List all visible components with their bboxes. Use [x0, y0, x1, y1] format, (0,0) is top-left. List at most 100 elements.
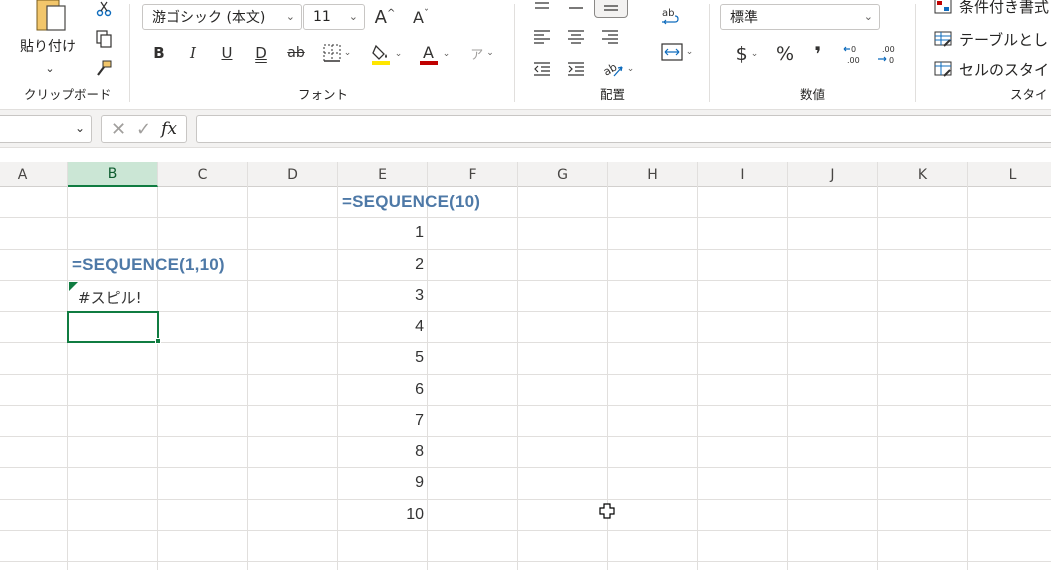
font-name-select[interactable]: 游ゴシック (本文) ⌄ [142, 4, 302, 30]
group-divider [129, 4, 130, 102]
increase-decimal-button[interactable]: 0.00 [840, 42, 866, 66]
cell-styles-icon [934, 61, 952, 77]
copy-button[interactable] [92, 28, 116, 50]
align-bottom-button[interactable] [594, 0, 628, 18]
cancel-icon[interactable]: ✕ [111, 119, 126, 140]
svg-text:.00: .00 [847, 56, 860, 65]
fill-handle[interactable] [155, 338, 161, 344]
align-right-button[interactable] [598, 26, 622, 48]
align-left-button[interactable] [530, 26, 554, 48]
column-header-e[interactable]: E [338, 162, 428, 187]
chevron-down-icon: ⌄ [343, 48, 352, 58]
chevron-down-icon: ⌄ [750, 49, 759, 59]
align-middle-icon [569, 7, 583, 9]
chevron-down-icon: ⌄ [394, 49, 403, 59]
svg-text:ab: ab [602, 60, 619, 78]
format-as-table-button[interactable]: テーブルとし [934, 28, 1048, 50]
clipboard-group-label: クリップボード [24, 87, 112, 102]
increase-font-size-button[interactable]: A^ [372, 4, 398, 30]
column-header-a[interactable]: A [0, 162, 68, 187]
phonetic-icon: ア [470, 47, 484, 63]
cell-styles-button[interactable]: セルのスタイ [934, 58, 1049, 80]
gridline-vertical [787, 187, 788, 570]
align-center-button[interactable] [564, 26, 588, 48]
fill-color-button[interactable]: ⌄ [366, 42, 406, 66]
font-size-value: 11 [313, 9, 331, 25]
chevron-down-icon: ⌄ [45, 61, 55, 75]
gridline-vertical [877, 187, 878, 570]
column-header-k[interactable]: K [878, 162, 968, 187]
column-header-g[interactable]: G [518, 162, 608, 187]
double-underline-button[interactable]: D [250, 42, 272, 64]
borders-button[interactable]: ⌄ [320, 42, 354, 64]
cell-value-e8: 7 [415, 411, 424, 429]
wrap-text-button[interactable]: ab [656, 4, 684, 30]
gridline-vertical [427, 187, 428, 570]
decrease-decimal-icon: .000 [878, 45, 895, 65]
chevron-down-icon: ⌄ [685, 47, 694, 57]
align-left-icon [534, 30, 550, 44]
cell-value-e4: 3 [415, 286, 424, 304]
percent-icon: % [775, 43, 795, 65]
column-header-h[interactable]: H [608, 162, 698, 187]
gridline-horizontal [0, 467, 1051, 468]
paste-button[interactable] [26, 0, 72, 34]
chevron-down-icon: ⌄ [626, 64, 635, 74]
align-center-icon [568, 30, 584, 44]
column-header-c[interactable]: C [158, 162, 248, 187]
formula-input[interactable] [196, 115, 1051, 143]
font-color-button[interactable]: A ⌄ [414, 42, 454, 66]
increase-indent-button[interactable] [564, 58, 588, 80]
format-painter-button[interactable] [92, 58, 116, 80]
column-header-j[interactable]: J [788, 162, 878, 187]
column-header-f[interactable]: F [428, 162, 518, 187]
paste-dropdown[interactable]: ⌄ [40, 58, 60, 78]
gridline-horizontal [0, 561, 1051, 562]
name-box[interactable]: ⌄ [0, 115, 92, 143]
chevron-down-icon: ⌄ [863, 10, 873, 23]
decrease-font-size-button[interactable]: Aˇ [408, 4, 434, 30]
align-middle-button[interactable] [564, 0, 588, 12]
error-indicator-icon[interactable] [69, 281, 78, 291]
insert-function-icon[interactable]: fx [161, 119, 177, 139]
chevron-down-icon[interactable]: ⌄ [75, 121, 85, 135]
number-group-label: 数値 [800, 87, 826, 102]
orientation-button[interactable]: ab ⌄ [598, 58, 638, 80]
accounting-format-button[interactable]: $ ⌄ [726, 42, 768, 66]
worksheet-grid[interactable]: ABCDEFGHIJKL =SEQUENCE(10) 1 2 3 4 5 6 7 8 9 10 =SE… [0, 162, 1051, 570]
cell-formula-e1: =SEQUENCE(10) [342, 192, 481, 211]
merge-center-button[interactable]: ⌄ [656, 40, 698, 64]
column-header-d[interactable]: D [248, 162, 338, 187]
decrease-decimal-button[interactable]: .00 0 [874, 42, 900, 66]
bold-button[interactable]: B [148, 42, 170, 64]
cut-button[interactable] [92, 0, 116, 18]
svg-text:0: 0 [851, 45, 856, 54]
active-cell-selection[interactable] [67, 311, 159, 343]
svg-text:0: 0 [889, 56, 894, 65]
cell-value-e9: 8 [415, 443, 424, 460]
align-top-button[interactable] [530, 0, 554, 12]
percent-style-button[interactable]: % [772, 42, 798, 66]
comma-style-button[interactable]: ❜ [806, 42, 830, 66]
column-header-b[interactable]: B [68, 162, 158, 187]
conditional-formatting-button[interactable]: 条件付き書式 [934, 0, 1049, 16]
gridline-horizontal [0, 530, 1051, 531]
paste-label[interactable]: 貼り付け [20, 36, 76, 56]
font-size-select[interactable]: 11 ⌄ [303, 4, 365, 30]
phonetic-guide-button[interactable]: ア ⌄ [462, 42, 502, 64]
decrease-indent-button[interactable] [530, 58, 554, 80]
table-format-icon [934, 31, 952, 47]
align-right-icon [602, 30, 618, 44]
number-format-select[interactable]: 標準 ⌄ [720, 4, 880, 30]
column-header-l[interactable]: L [968, 162, 1051, 187]
enter-check-icon[interactable]: ✓ [136, 119, 151, 140]
cell-value-e5: 4 [415, 318, 424, 335]
strikethrough-button[interactable]: ab [284, 42, 308, 64]
gridline-vertical [67, 187, 68, 570]
gridline-vertical [517, 187, 518, 570]
column-header-i[interactable]: I [698, 162, 788, 187]
italic-button[interactable]: I [182, 42, 204, 64]
underline-button[interactable]: U [216, 42, 238, 64]
indent-icon [568, 62, 584, 76]
paintbrush-icon [97, 60, 112, 76]
